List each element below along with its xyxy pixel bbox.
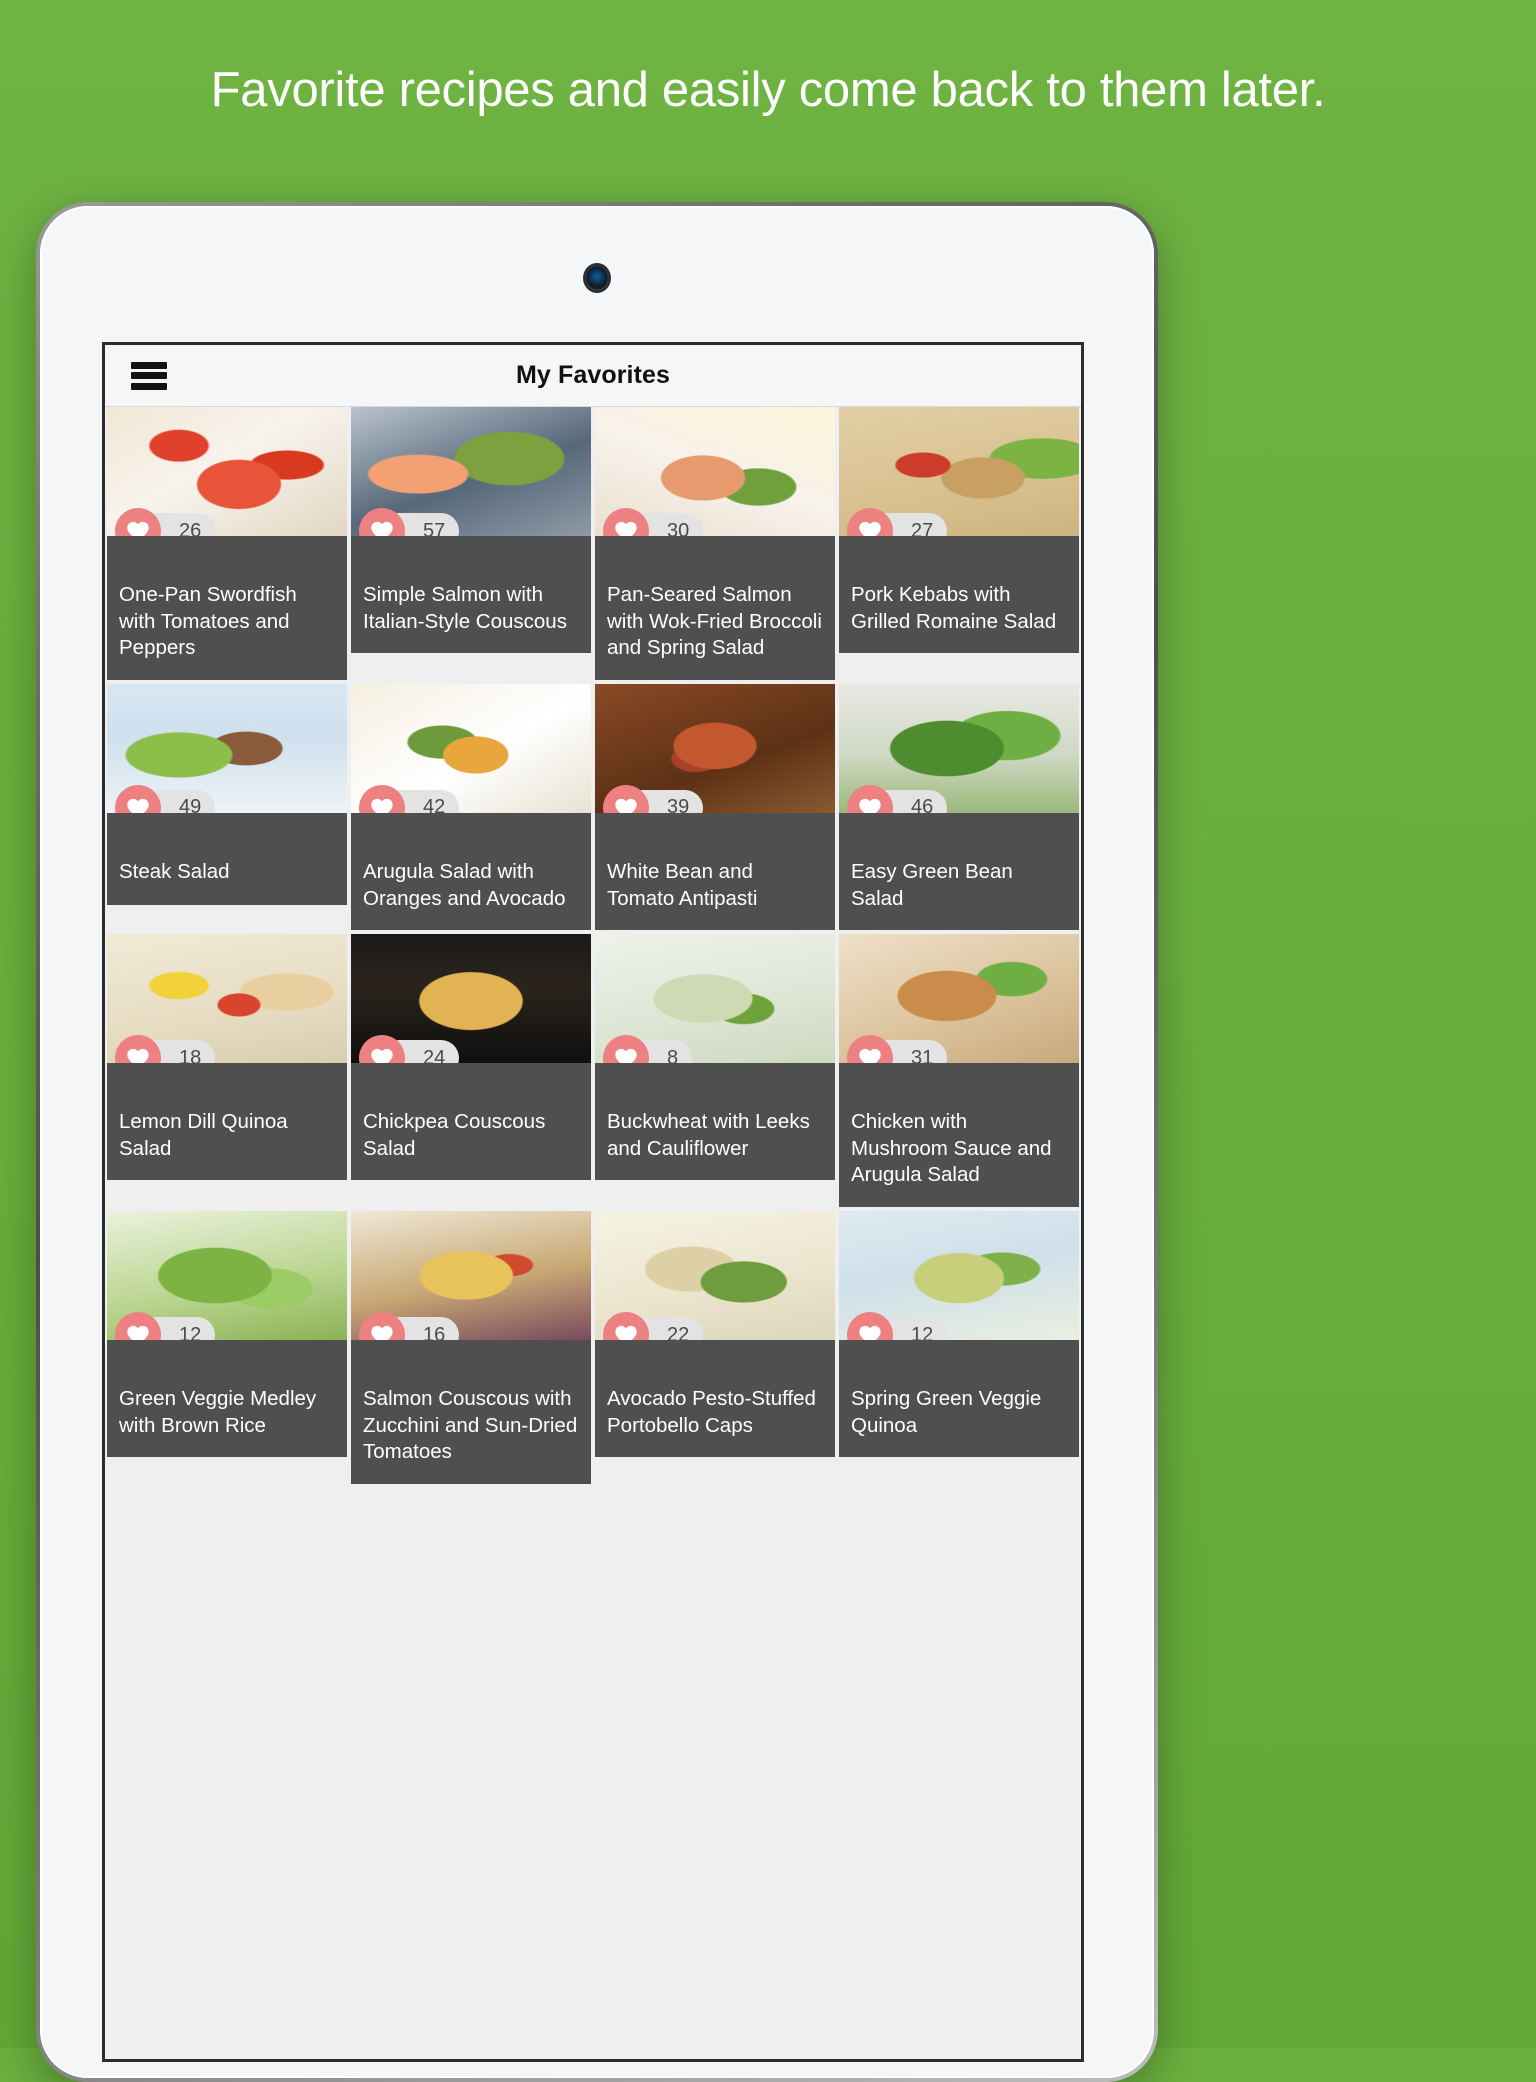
favorite-badge[interactable]: 22 — [603, 1312, 703, 1340]
camera-icon — [586, 266, 608, 290]
recipe-photo: 49 — [107, 684, 347, 813]
app-header-bar: My Favorites — [105, 345, 1081, 407]
recipe-title: Pan-Seared Salmon with Wok-Fried Broccol… — [595, 536, 835, 680]
recipe-card[interactable]: 12Green Veggie Medley with Brown Rice — [107, 1211, 347, 1457]
recipe-card[interactable]: 26One-Pan Swordfish with Tomatoes and Pe… — [107, 407, 347, 680]
recipe-title: Lemon Dill Quinoa Salad — [107, 1063, 347, 1180]
tablet-bezel: My Favorites 26One-Pan Swordfish with To… — [40, 206, 1154, 2078]
recipe-title: Arugula Salad with Oranges and Avocado — [351, 813, 591, 930]
recipe-title: Chickpea Couscous Salad — [351, 1063, 591, 1180]
favorite-badge[interactable]: 27 — [847, 508, 947, 536]
favorite-badge[interactable]: 8 — [603, 1035, 692, 1063]
recipe-card[interactable]: 12Spring Green Veggie Quinoa — [839, 1211, 1079, 1457]
recipe-card[interactable]: 22Avocado Pesto-Stuffed Portobello Caps — [595, 1211, 835, 1457]
recipe-title: Easy Green Bean Salad — [839, 813, 1079, 930]
recipe-card[interactable]: 39White Bean and Tomato Antipasti — [595, 684, 835, 930]
recipe-photo: 57 — [351, 407, 591, 536]
favorite-badge[interactable]: 18 — [115, 1035, 215, 1063]
recipe-photo: 26 — [107, 407, 347, 536]
favorite-badge[interactable]: 26 — [115, 508, 215, 536]
recipe-photo: 31 — [839, 934, 1079, 1063]
recipe-photo: 39 — [595, 684, 835, 813]
recipe-grid: 26One-Pan Swordfish with Tomatoes and Pe… — [105, 407, 1081, 1484]
recipe-photo: 46 — [839, 684, 1079, 813]
favorite-badge[interactable]: 12 — [115, 1312, 215, 1340]
recipe-card[interactable]: 18Lemon Dill Quinoa Salad — [107, 934, 347, 1180]
recipe-card[interactable]: 27Pork Kebabs with Grilled Romaine Salad — [839, 407, 1079, 653]
favorite-badge[interactable]: 57 — [359, 508, 459, 536]
recipe-card[interactable]: 57Simple Salmon with Italian-Style Cousc… — [351, 407, 591, 653]
tablet-device-frame: My Favorites 26One-Pan Swordfish with To… — [36, 202, 1158, 2082]
recipe-card[interactable]: 42Arugula Salad with Oranges and Avocado — [351, 684, 591, 930]
recipe-card[interactable]: 30Pan-Seared Salmon with Wok-Fried Brocc… — [595, 407, 835, 680]
app-screen: My Favorites 26One-Pan Swordfish with To… — [102, 342, 1084, 2062]
recipe-title: Buckwheat with Leeks and Cauliflower — [595, 1063, 835, 1180]
recipe-photo: 16 — [351, 1211, 591, 1340]
recipe-card[interactable]: 31Chicken with Mushroom Sauce and Arugul… — [839, 934, 1079, 1207]
recipe-card[interactable]: 16Salmon Couscous with Zucchini and Sun-… — [351, 1211, 591, 1484]
recipe-photo: 12 — [839, 1211, 1079, 1340]
recipe-title: Chicken with Mushroom Sauce and Arugula … — [839, 1063, 1079, 1207]
recipe-card[interactable]: 46Easy Green Bean Salad — [839, 684, 1079, 930]
favorite-badge[interactable]: 24 — [359, 1035, 459, 1063]
recipe-photo: 42 — [351, 684, 591, 813]
recipe-card[interactable]: 49Steak Salad — [107, 684, 347, 905]
recipe-photo: 22 — [595, 1211, 835, 1340]
recipe-title: One-Pan Swordfish with Tomatoes and Pepp… — [107, 536, 347, 680]
favorite-badge[interactable]: 46 — [847, 785, 947, 813]
favorite-badge[interactable]: 12 — [847, 1312, 947, 1340]
recipe-photo: 8 — [595, 934, 835, 1063]
recipe-title: Spring Green Veggie Quinoa — [839, 1340, 1079, 1457]
recipe-photo: 24 — [351, 934, 591, 1063]
favorite-badge[interactable]: 39 — [603, 785, 703, 813]
page-title: My Favorites — [105, 361, 1081, 390]
promo-headline: Favorite recipes and easily come back to… — [0, 62, 1536, 118]
recipe-photo: 12 — [107, 1211, 347, 1340]
recipe-title: Pork Kebabs with Grilled Romaine Salad — [839, 536, 1079, 653]
recipe-title: Avocado Pesto-Stuffed Portobello Caps — [595, 1340, 835, 1457]
recipe-photo: 27 — [839, 407, 1079, 536]
recipe-card[interactable]: 24Chickpea Couscous Salad — [351, 934, 591, 1180]
favorite-badge[interactable]: 31 — [847, 1035, 947, 1063]
recipe-title: White Bean and Tomato Antipasti — [595, 813, 835, 930]
favorite-badge[interactable]: 16 — [359, 1312, 459, 1340]
recipe-title: Green Veggie Medley with Brown Rice — [107, 1340, 347, 1457]
recipe-title: Salmon Couscous with Zucchini and Sun-Dr… — [351, 1340, 591, 1484]
favorite-badge[interactable]: 49 — [115, 785, 215, 813]
recipe-title: Steak Salad — [107, 813, 347, 905]
favorite-badge[interactable]: 30 — [603, 508, 703, 536]
recipe-photo: 18 — [107, 934, 347, 1063]
recipe-photo: 30 — [595, 407, 835, 536]
recipe-title: Simple Salmon with Italian-Style Couscou… — [351, 536, 591, 653]
hamburger-menu-icon[interactable] — [131, 362, 167, 390]
favorite-badge[interactable]: 42 — [359, 785, 459, 813]
recipe-card[interactable]: 8Buckwheat with Leeks and Cauliflower — [595, 934, 835, 1180]
